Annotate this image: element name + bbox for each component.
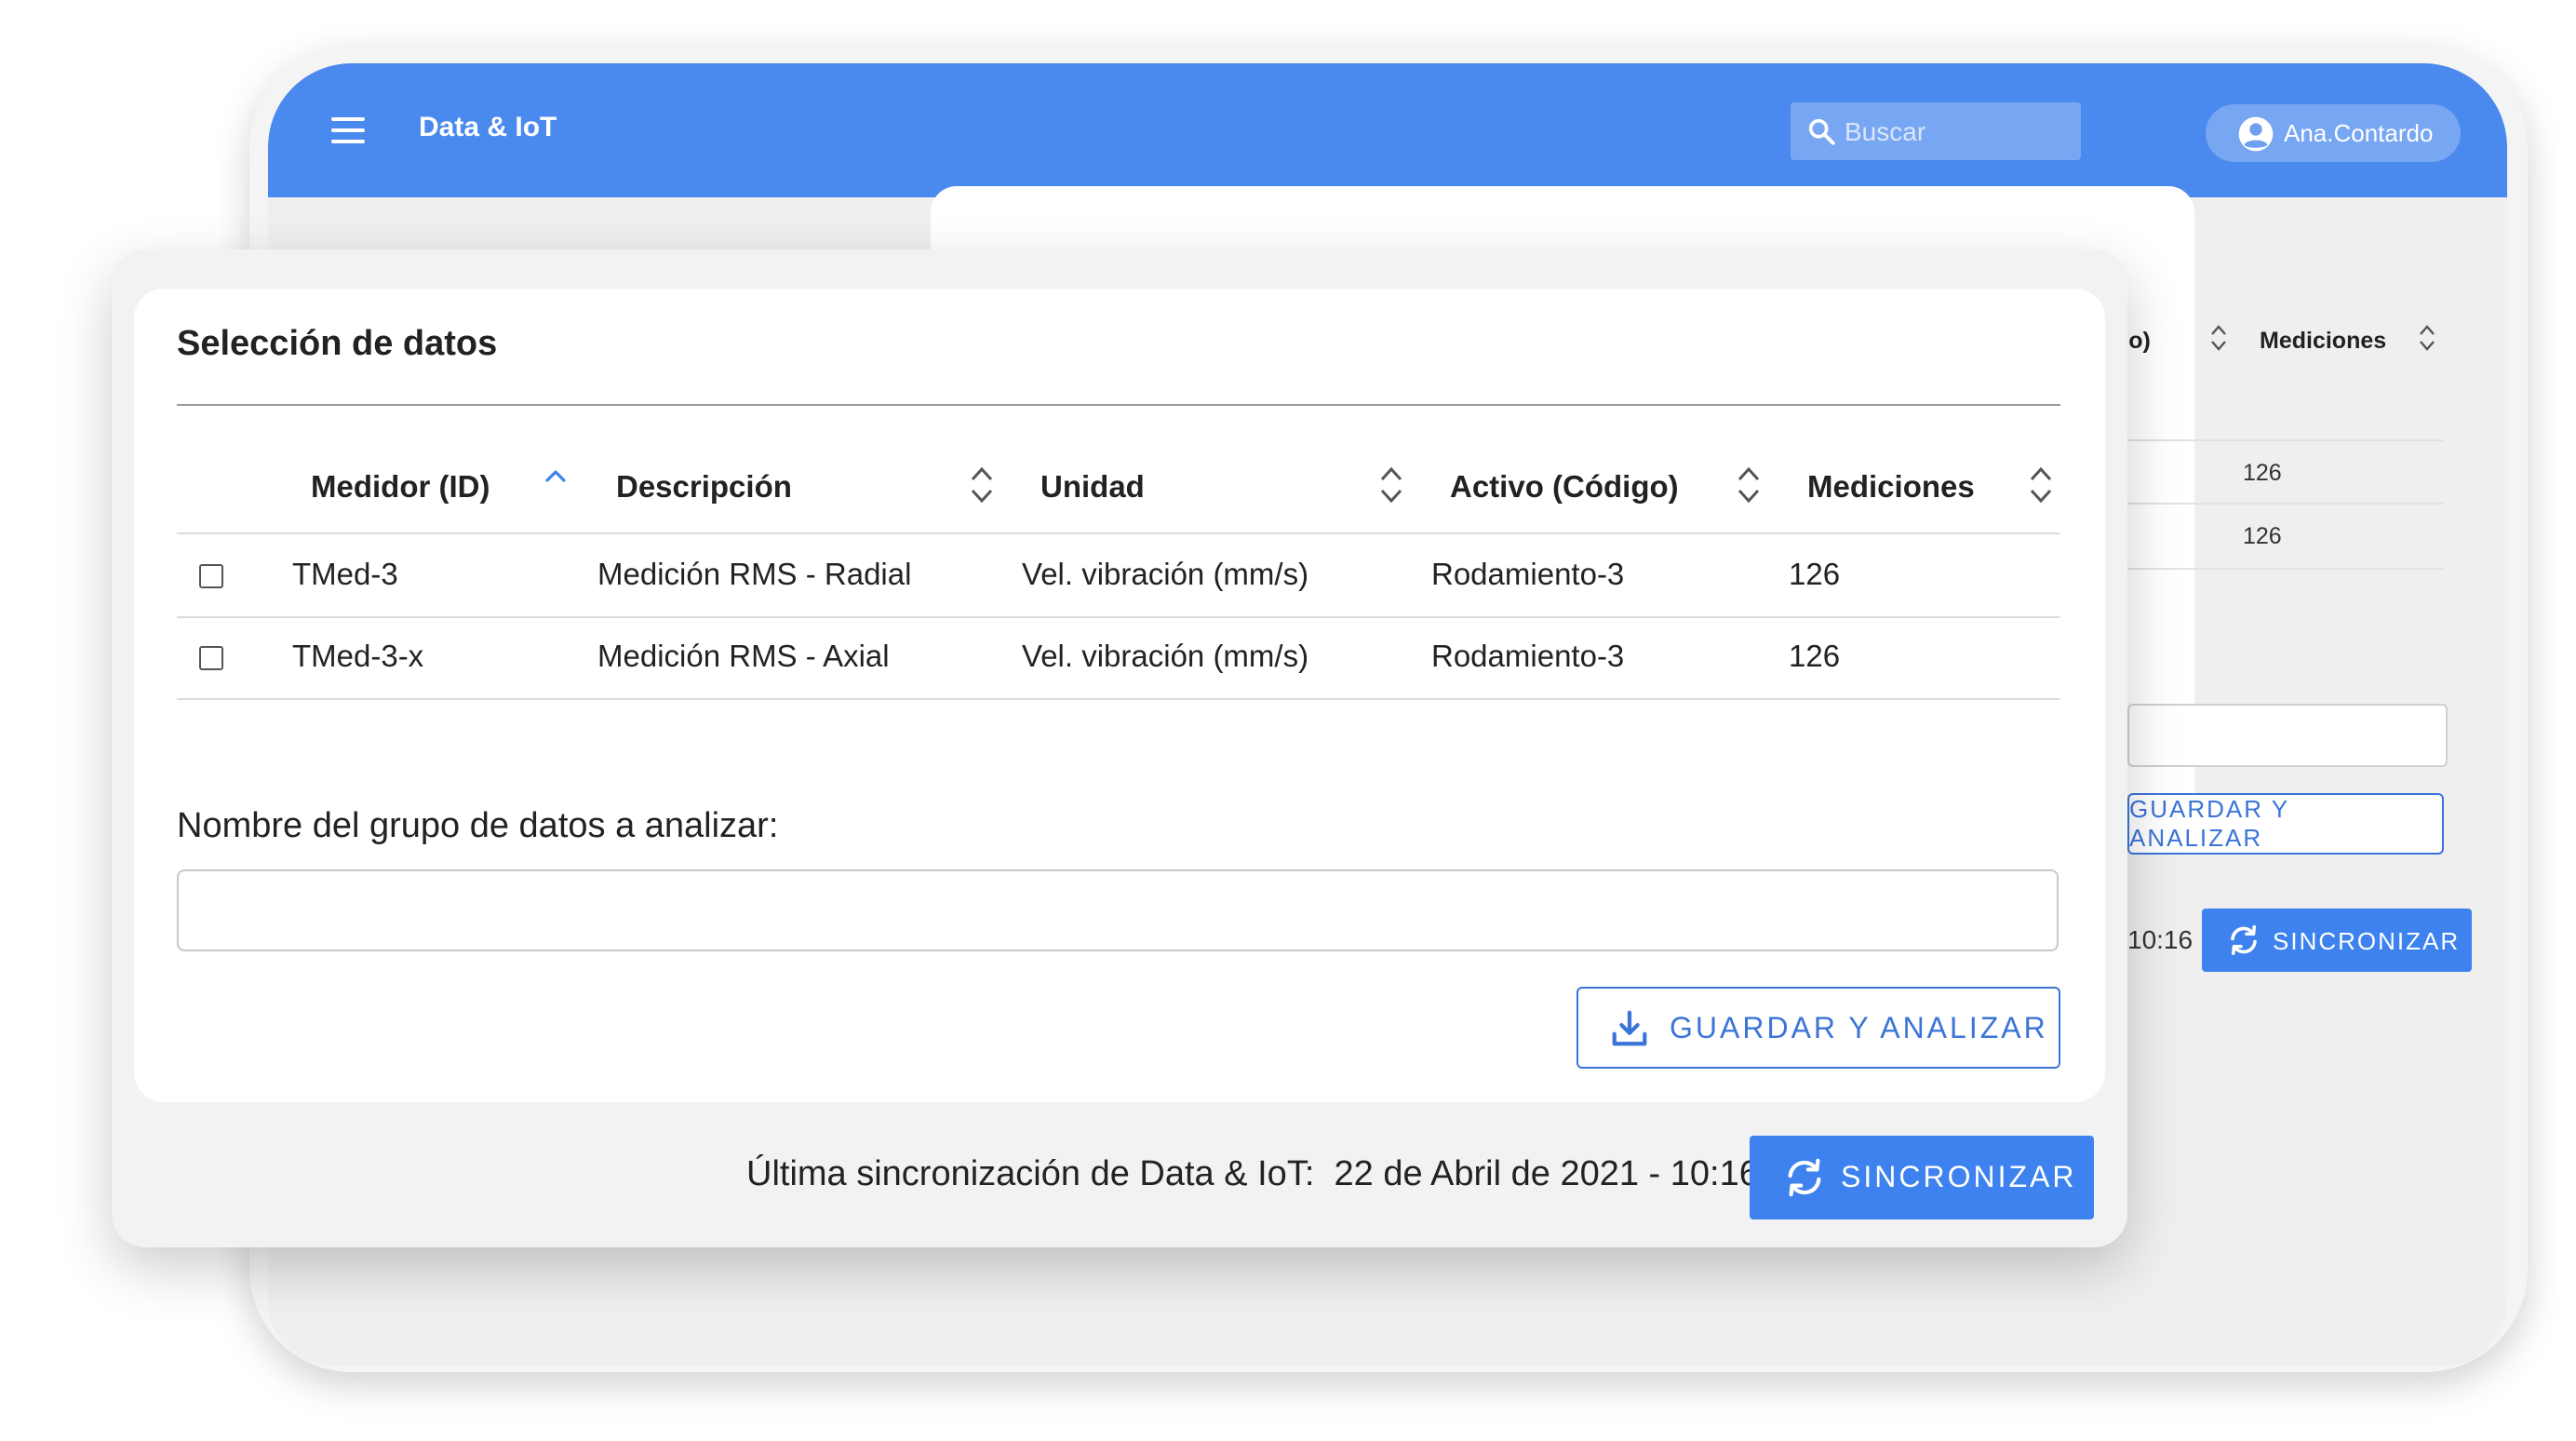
bg-sync-time: 10:16 <box>2127 925 2194 954</box>
user-account-button[interactable]: Ana.Contardo <box>2206 104 2461 162</box>
column-header-activo[interactable]: Activo (Código) <box>1450 469 1679 505</box>
sort-icon[interactable] <box>2418 322 2436 354</box>
sort-ascending-icon[interactable] <box>542 465 570 488</box>
sync-button[interactable]: SINCRONIZAR <box>1750 1136 2094 1219</box>
app-bar: Data & IoT Ana.Contardo <box>268 63 2507 197</box>
account-circle-icon <box>2238 116 2274 152</box>
cell-mediciones: 126 <box>1789 557 1841 591</box>
bg-sync-label: SINCRONIZAR <box>2273 927 2461 955</box>
cell-activo: Rodamiento-3 <box>1431 639 1625 673</box>
sync-icon <box>2231 924 2257 956</box>
cell-unidad: Vel. vibración (mm/s) <box>1022 639 1309 673</box>
column-header-unidad[interactable]: Unidad <box>1040 469 1145 505</box>
cell-activo: Rodamiento-3 <box>1431 557 1625 591</box>
last-sync-text: Última sincronización de Data & IoT: 22 … <box>746 1154 1759 1193</box>
row-checkbox[interactable] <box>199 646 223 670</box>
group-name-label: Nombre del grupo de datos a analizar: <box>177 806 779 845</box>
card-title: Selección de datos <box>177 324 498 363</box>
bg-group-name-input[interactable] <box>2127 704 2448 767</box>
search-box[interactable] <box>1791 102 2081 160</box>
header-divider <box>177 532 2060 534</box>
bg-sync-button[interactable]: SINCRONIZAR <box>2202 909 2472 972</box>
bg-save-analyze-button[interactable]: GUARDAR Y ANALIZAR <box>2127 793 2444 855</box>
bg-row-divider <box>2127 568 2444 570</box>
cell-medidor: TMed-3-x <box>292 639 424 673</box>
search-input[interactable] <box>1843 110 2070 155</box>
sort-icon[interactable] <box>968 462 996 508</box>
data-selection-card <box>134 289 2105 1102</box>
bg-save-analyze-label: GUARDAR Y ANALIZAR <box>2129 795 2289 852</box>
sort-icon[interactable] <box>2027 462 2055 508</box>
bg-header-mediciones: Mediciones <box>2260 328 2387 354</box>
user-name: Ana.Contardo <box>2284 119 2434 147</box>
row-checkbox[interactable] <box>199 564 223 588</box>
hamburger-icon[interactable] <box>331 117 365 143</box>
cell-descripcion: Medición RMS - Radial <box>597 557 912 591</box>
sort-icon[interactable] <box>1377 462 1405 508</box>
column-header-medidor[interactable]: Medidor (ID) <box>311 469 490 505</box>
cell-medidor: TMed-3 <box>292 557 398 591</box>
sync-icon <box>1788 1158 1821 1197</box>
column-header-mediciones[interactable]: Mediciones <box>1807 469 1975 505</box>
cell-descripcion: Medición RMS - Axial <box>597 639 890 673</box>
row-divider <box>177 698 2060 700</box>
bg-row-divider <box>2127 503 2444 505</box>
row-divider <box>177 616 2060 618</box>
sort-icon[interactable] <box>2209 322 2228 354</box>
bg-cell-mediciones: 126 <box>2243 460 2282 486</box>
download-icon <box>1612 1010 1647 1046</box>
bg-cell-mediciones: 126 <box>2243 523 2282 549</box>
app-title: Data & IoT <box>419 112 557 142</box>
cell-mediciones: 126 <box>1789 639 1841 673</box>
group-name-input[interactable] <box>177 869 2059 951</box>
save-analyze-label: GUARDAR Y ANALIZAR <box>1670 1011 2048 1044</box>
search-icon <box>1808 118 1835 145</box>
title-divider <box>177 404 2060 406</box>
save-analyze-button[interactable]: GUARDAR Y ANALIZAR <box>1576 987 2060 1069</box>
sync-label: SINCRONIZAR <box>1841 1160 2077 1193</box>
sort-icon[interactable] <box>1735 462 1763 508</box>
bg-row-divider <box>2127 439 2444 441</box>
cell-unidad: Vel. vibración (mm/s) <box>1022 557 1309 591</box>
column-header-descripcion[interactable]: Descripción <box>616 469 792 505</box>
